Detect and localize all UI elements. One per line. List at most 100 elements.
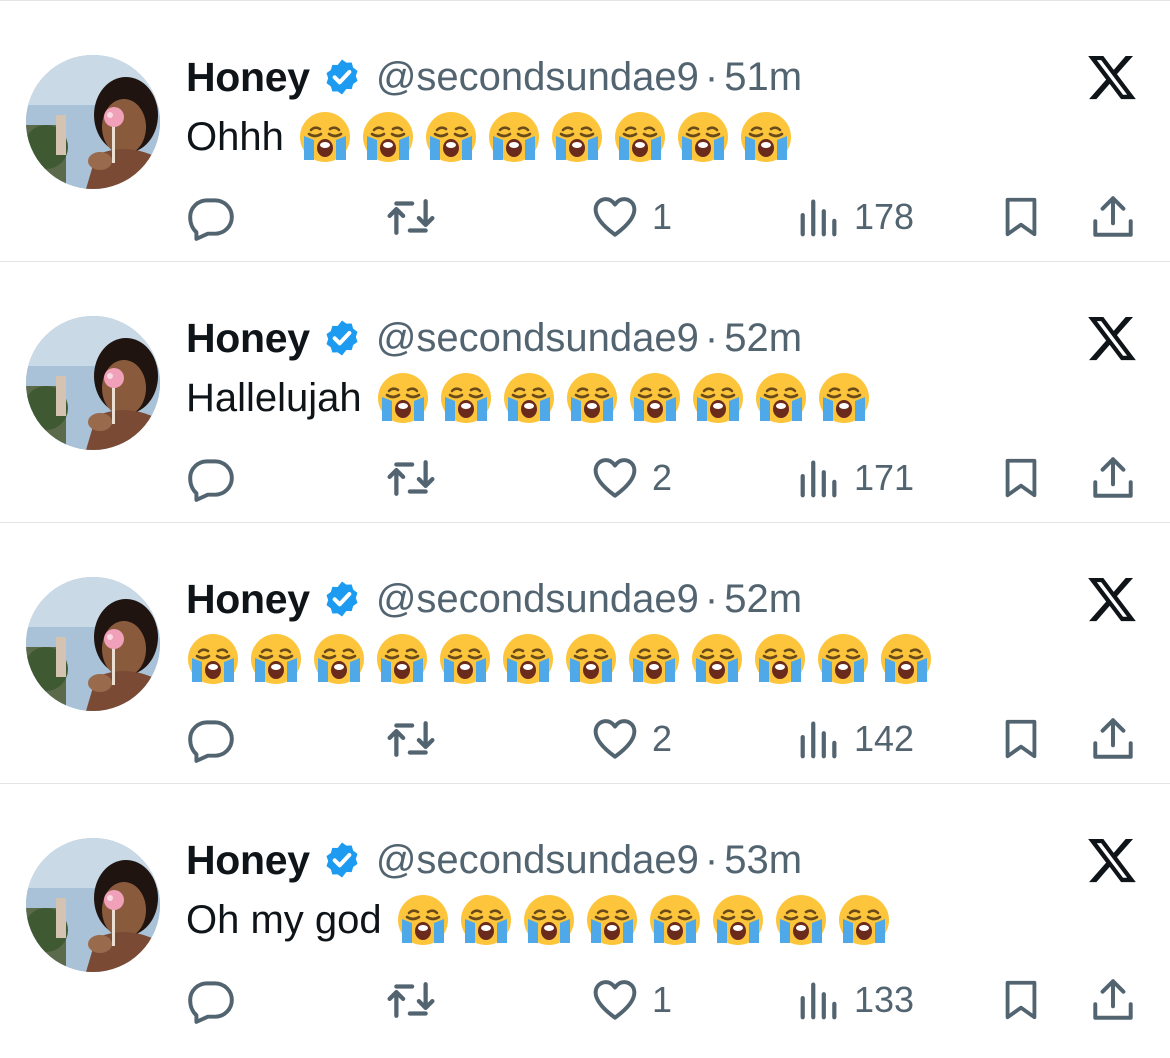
retweet-button[interactable] [384, 972, 438, 1028]
views-button[interactable]: 171 [796, 450, 914, 506]
x-logo-icon [1086, 312, 1138, 364]
loudly-crying-face-emoji [312, 632, 366, 686]
action-bar: 2 171 [0, 450, 1170, 506]
separator-dot: · [704, 837, 719, 882]
loudly-crying-face-emoji [396, 893, 450, 947]
like-button[interactable]: 1 [590, 972, 672, 1028]
retweet-button[interactable] [384, 189, 438, 245]
avatar[interactable] [26, 316, 160, 450]
bookmark-button[interactable] [998, 450, 1044, 506]
display-name[interactable]: Honey [186, 54, 310, 101]
tweet-text: Hallelujah [186, 375, 362, 420]
timestamp[interactable]: 52m [724, 577, 802, 622]
loudly-crying-face-emoji [361, 110, 415, 164]
share-button[interactable] [1088, 972, 1138, 1028]
loudly-crying-face-emoji [628, 371, 682, 425]
emoji-row [298, 110, 802, 164]
loudly-crying-face-emoji [186, 632, 240, 686]
loudly-crying-face-emoji [522, 893, 576, 947]
loudly-crying-face-emoji [502, 371, 556, 425]
bookmark-button[interactable] [998, 189, 1044, 245]
timestamp[interactable]: 51m [724, 55, 802, 100]
like-count: 1 [652, 196, 673, 237]
loudly-crying-face-emoji [298, 110, 352, 164]
tweet-text: Oh my god [186, 897, 382, 942]
display-name[interactable]: Honey [186, 315, 310, 362]
avatar[interactable] [26, 838, 160, 972]
avatar[interactable] [26, 577, 160, 711]
view-count: 133 [854, 979, 915, 1020]
share-button[interactable] [1088, 189, 1138, 245]
retweet-icon [384, 712, 438, 766]
like-count: 2 [652, 718, 673, 759]
username-handle[interactable]: @secondsundae9 [376, 838, 699, 883]
reply-button[interactable] [186, 450, 236, 506]
loudly-crying-face-emoji [459, 893, 513, 947]
timestamp[interactable]: 52m [724, 316, 802, 361]
views-button[interactable]: 133 [796, 972, 914, 1028]
loudly-crying-face-emoji [550, 110, 604, 164]
like-button[interactable]: 1 [590, 189, 672, 245]
retweet-button[interactable] [384, 711, 438, 767]
verified-badge-icon [322, 318, 362, 358]
tweet[interactable]: Honey @secondsundae9 · 53m Oh my god 1 1… [0, 783, 1170, 1044]
separator-dot: · [704, 54, 719, 99]
loudly-crying-face-emoji [438, 632, 492, 686]
tweet[interactable]: Honey @secondsundae9 · 52m Hallelujah 2 … [0, 261, 1170, 522]
timestamp[interactable]: 53m [724, 838, 802, 883]
avatar[interactable] [26, 55, 160, 189]
x-logo-icon [1086, 51, 1138, 103]
retweet-icon [384, 973, 438, 1027]
loudly-crying-face-emoji [375, 632, 429, 686]
bookmark-icon [998, 192, 1044, 242]
like-button[interactable]: 2 [590, 450, 672, 506]
tweet-header: Honey @secondsundae9 · 52m [186, 312, 802, 364]
username-handle[interactable]: @secondsundae9 [376, 577, 699, 622]
tweet-body: Oh my god [186, 890, 900, 950]
tweet-header: Honey @secondsundae9 · 53m [186, 834, 802, 886]
loudly-crying-face-emoji [774, 893, 828, 947]
reply-button[interactable] [186, 972, 236, 1028]
loudly-crying-face-emoji [753, 632, 807, 686]
loudly-crying-face-emoji [564, 632, 618, 686]
verified-badge-icon [322, 57, 362, 97]
x-logo-icon [1086, 834, 1138, 886]
loudly-crying-face-emoji [439, 371, 493, 425]
heart-icon [590, 453, 640, 503]
username-handle[interactable]: @secondsundae9 [376, 316, 699, 361]
retweet-button[interactable] [384, 450, 438, 506]
separator-dot: · [704, 315, 719, 360]
tweet[interactable]: Honey @secondsundae9 · 51m Ohhh 1 178 [0, 0, 1170, 261]
share-icon [1088, 975, 1138, 1025]
action-bar: 1 178 [0, 189, 1170, 245]
tweet-feed: Honey @secondsundae9 · 51m Ohhh 1 178 Ho… [0, 0, 1170, 1058]
reply-button[interactable] [186, 189, 236, 245]
loudly-crying-face-emoji [817, 371, 871, 425]
tweet-body [186, 629, 942, 689]
display-name[interactable]: Honey [186, 576, 310, 623]
display-name[interactable]: Honey [186, 837, 310, 884]
action-bar: 2 142 [0, 711, 1170, 767]
username-handle[interactable]: @secondsundae9 [376, 55, 699, 100]
loudly-crying-face-emoji [739, 110, 793, 164]
bookmark-button[interactable] [998, 972, 1044, 1028]
loudly-crying-face-emoji [613, 110, 667, 164]
share-icon [1088, 714, 1138, 764]
share-icon [1088, 453, 1138, 503]
loudly-crying-face-emoji [585, 893, 639, 947]
share-button[interactable] [1088, 450, 1138, 506]
loudly-crying-face-emoji [816, 632, 870, 686]
bookmark-button[interactable] [998, 711, 1044, 767]
like-button[interactable]: 2 [590, 711, 672, 767]
reply-icon [186, 714, 236, 764]
bookmark-icon [998, 453, 1044, 503]
share-button[interactable] [1088, 711, 1138, 767]
views-button[interactable]: 178 [796, 189, 914, 245]
verified-badge-icon [322, 840, 362, 880]
tweet[interactable]: Honey @secondsundae9 · 52m 2 142 [0, 522, 1170, 783]
separator-dot: · [704, 576, 719, 621]
loudly-crying-face-emoji [879, 632, 933, 686]
reply-button[interactable] [186, 711, 236, 767]
bookmark-icon [998, 714, 1044, 764]
views-button[interactable]: 142 [796, 711, 914, 767]
